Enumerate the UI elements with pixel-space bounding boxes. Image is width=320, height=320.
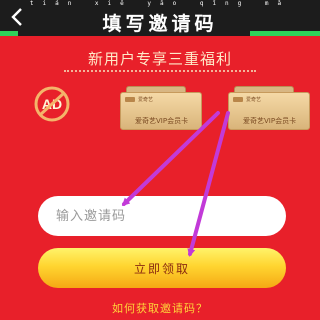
card-logo-icon <box>233 97 243 102</box>
no-ads-icon: AD <box>34 86 70 122</box>
card-logo-icon <box>125 97 135 102</box>
card-brand: 爱奇艺 <box>246 97 262 103</box>
card-brand: 爱奇艺 <box>138 97 154 103</box>
top-bar: tián xiě yāo qǐng mǎ 填写邀请码 <box>0 0 320 36</box>
benefits-heading: 新用户专享三重福利 <box>87 50 232 68</box>
accent-strip-right <box>250 31 320 36</box>
accent-strip-left <box>0 31 18 36</box>
vip-card: 爱奇艺 爱奇艺VIP会员卡 <box>120 92 202 130</box>
card-label: 爱奇艺VIP会员卡 <box>135 117 189 125</box>
invite-code-input[interactable] <box>38 196 286 236</box>
claim-now-button[interactable]: 立即领取 <box>38 248 286 288</box>
dotted-divider <box>64 70 256 72</box>
vip-card: 爱奇艺 爱奇艺VIP会员卡 <box>228 92 310 130</box>
title-pinyin: tián xiě yāo qǐng mǎ <box>29 0 291 7</box>
how-to-get-code-link[interactable]: 如何获取邀请码？ <box>0 300 320 316</box>
card-label: 爱奇艺VIP会员卡 <box>243 117 297 125</box>
